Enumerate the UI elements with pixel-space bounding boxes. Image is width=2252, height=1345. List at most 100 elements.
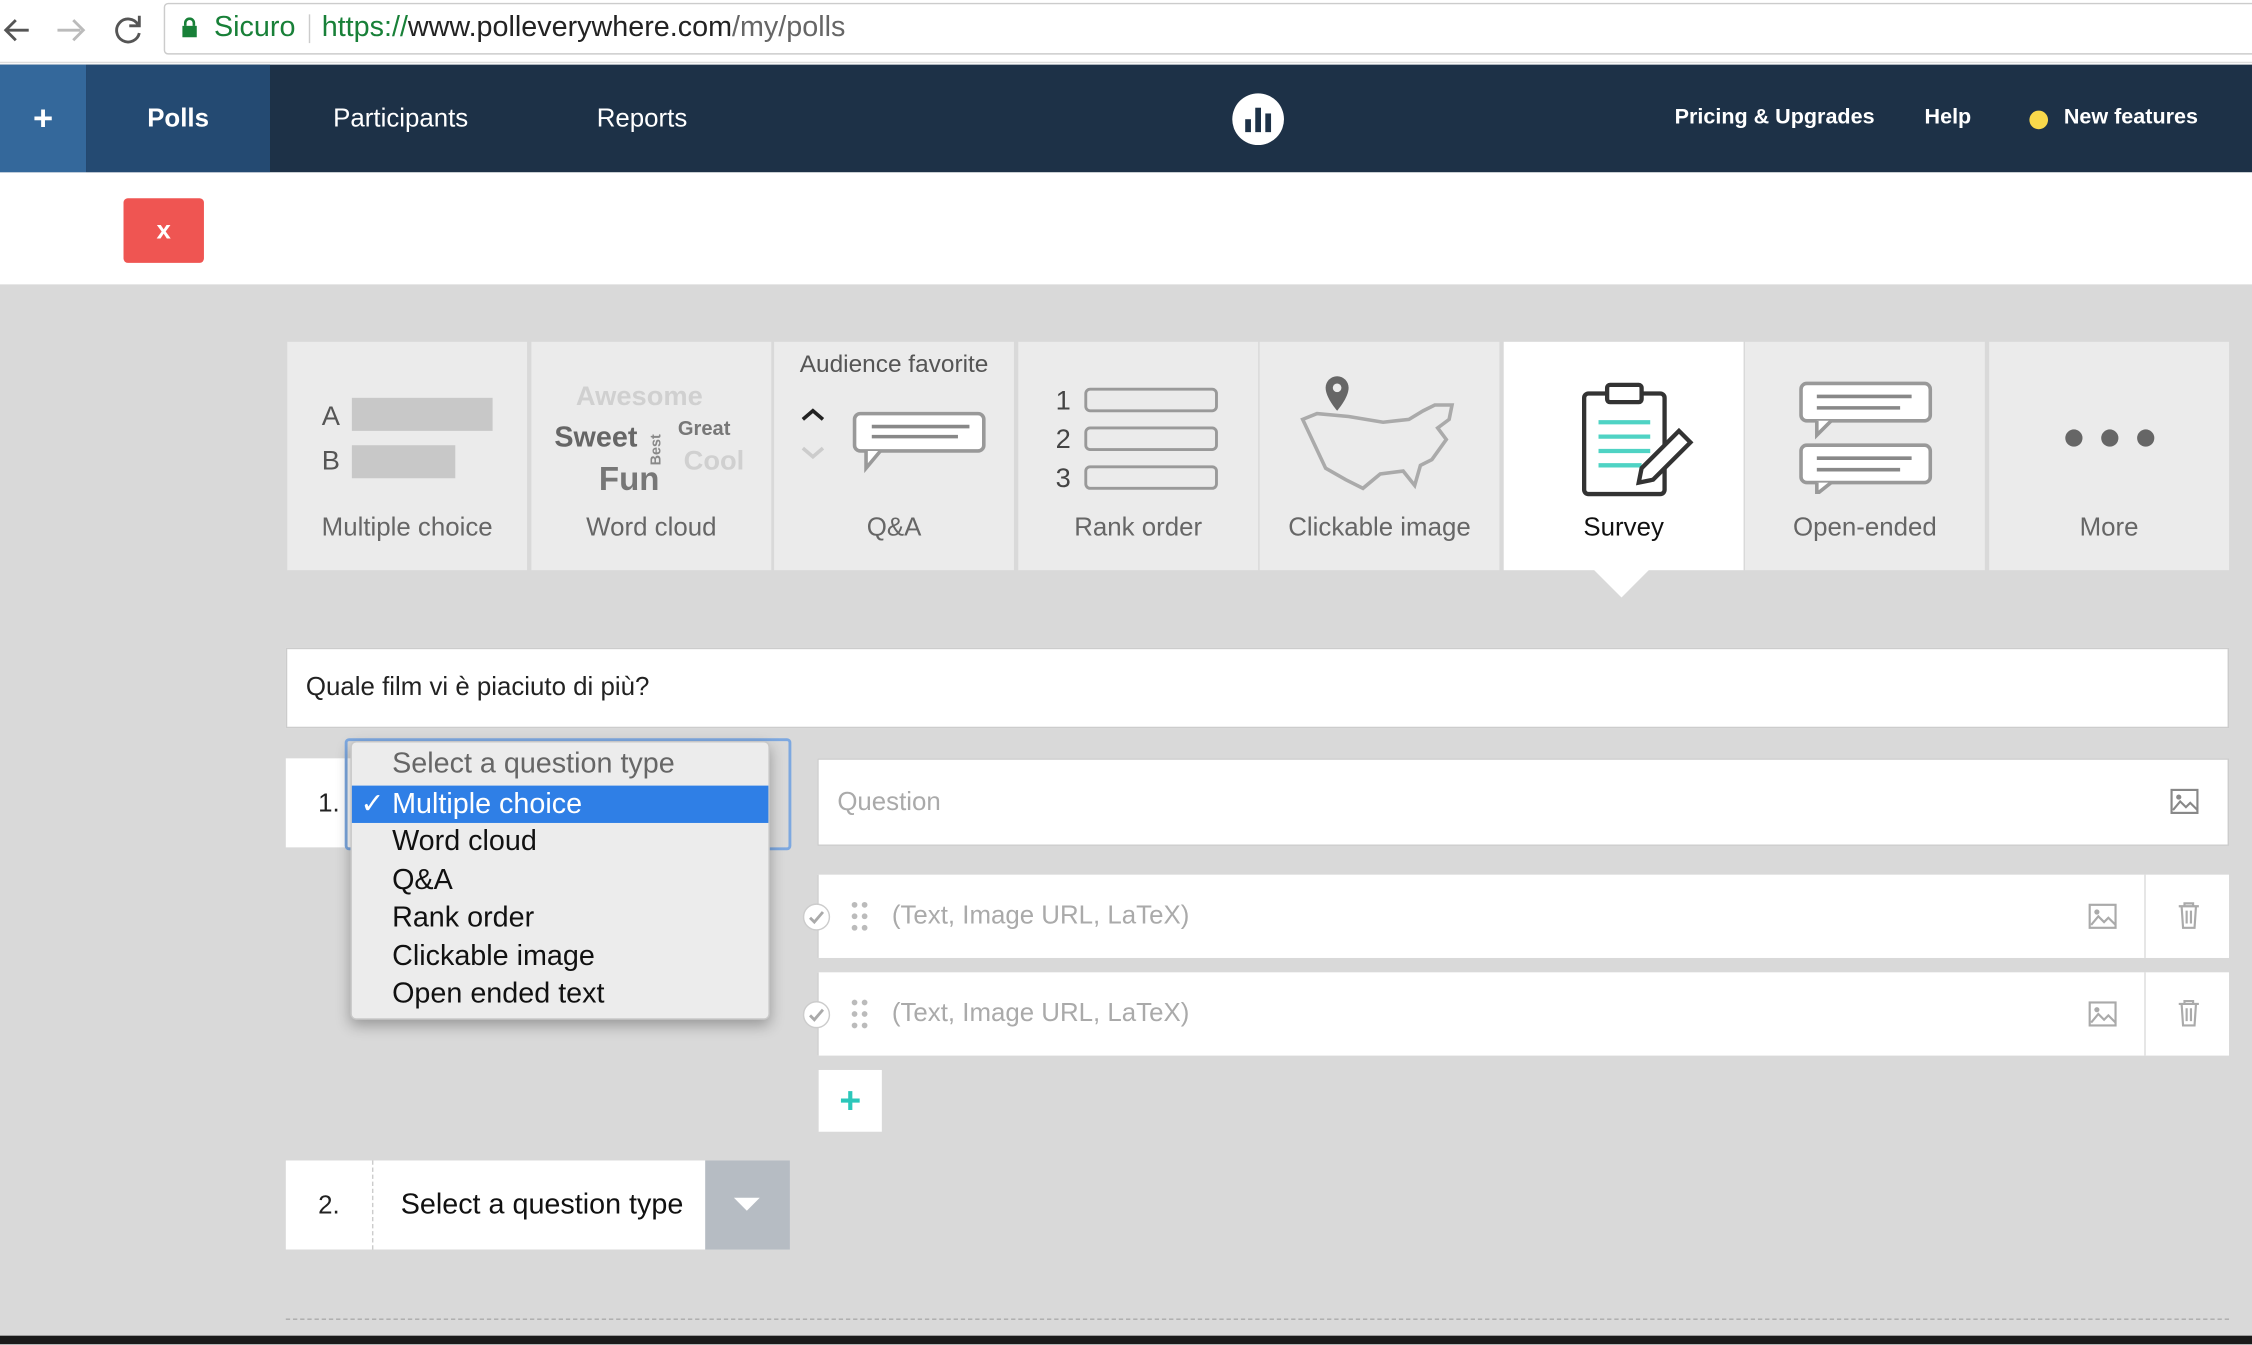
- url-scheme: https://: [321, 11, 408, 44]
- dropdown-option-label: Word cloud: [392, 825, 537, 858]
- option-divider: [2144, 874, 2146, 958]
- qa-icon: [797, 402, 992, 477]
- address-divider: [308, 14, 311, 44]
- create-poll-button[interactable]: +: [0, 64, 87, 173]
- new-features-dot-icon: [2029, 110, 2049, 130]
- correct-answer-check-icon[interactable]: [802, 903, 831, 931]
- question-1-number: 1.: [318, 787, 340, 817]
- answer-placeholder[interactable]: (Text, Image URL, LaTeX): [892, 901, 1189, 931]
- dropdown-option-clickable-image[interactable]: Clickable image: [352, 938, 769, 975]
- rank-bar: [1084, 387, 1218, 413]
- pricing-link[interactable]: Pricing & Upgrades: [1675, 105, 1875, 129]
- drag-handle-icon[interactable]: [850, 901, 870, 933]
- url-host: www.polleverywhere.com: [407, 11, 733, 44]
- checkmark-icon: ✓: [360, 788, 385, 821]
- image-upload-icon[interactable]: [2088, 903, 2117, 929]
- dropdown-option-qa[interactable]: Q&A: [352, 862, 769, 899]
- browser-toolbar: Sicuro https://www.polleverywhere.com/my…: [0, 0, 2252, 64]
- tile-label: Open-ended: [1793, 512, 1937, 542]
- dropdown-option-open-ended-text[interactable]: Open ended text: [352, 975, 769, 1012]
- tab-participants[interactable]: Participants: [304, 65, 496, 173]
- open-ended-icon: [1797, 379, 1935, 495]
- survey-icon: [1576, 376, 1697, 502]
- answer-placeholder[interactable]: (Text, Image URL, LaTeX): [892, 998, 1189, 1028]
- clickable-image-icon: [1294, 371, 1466, 503]
- polleverywhere-logo-icon[interactable]: [1232, 93, 1284, 146]
- app-navbar: + Polls Participants Reports Pricing & U…: [0, 64, 2252, 173]
- answer-option: (Text, Image URL, LaTeX): [802, 972, 2230, 1056]
- back-icon[interactable]: [0, 11, 37, 48]
- cloud-word: Sweet: [554, 422, 638, 454]
- type-tile-open-ended[interactable]: Open-ended: [1745, 341, 1985, 571]
- answer-option: (Text, Image URL, LaTeX): [802, 874, 2230, 958]
- type-tile-more[interactable]: More: [1989, 341, 2230, 571]
- dropdown-option-label: Open ended text: [392, 978, 605, 1010]
- chevron-down-icon[interactable]: [705, 1160, 790, 1250]
- cloud-word: Great: [677, 416, 731, 440]
- tile-label: Survey: [1583, 512, 1664, 542]
- type-tile-word-cloud[interactable]: Awesome Sweet Best Great Fun Cool Word c…: [531, 341, 772, 571]
- tile-label: More: [2079, 512, 2139, 542]
- type-tile-clickable-image[interactable]: Clickable image: [1259, 341, 1500, 571]
- lock-icon: [181, 17, 198, 38]
- forward-icon[interactable]: [52, 11, 89, 48]
- dropdown-option-label: Clickable image: [392, 940, 595, 973]
- section-divider: [285, 1318, 2230, 1320]
- option-letter: B: [321, 446, 340, 477]
- correct-answer-check-icon[interactable]: [802, 1001, 831, 1029]
- cloud-word: Fun: [598, 459, 660, 497]
- rank-number: 2: [1055, 425, 1071, 456]
- add-option-button[interactable]: +: [818, 1069, 882, 1132]
- cloud-word: Cool: [683, 446, 745, 477]
- dropdown-option-label: Q&A: [392, 864, 453, 897]
- reload-icon[interactable]: [109, 11, 146, 48]
- question-input[interactable]: Question: [817, 758, 2230, 846]
- tile-label: Multiple choice: [321, 512, 493, 542]
- survey-title-input[interactable]: Quale film vi è piaciuto di più?: [285, 647, 2230, 729]
- question-type-select[interactable]: Select a question type: [371, 1160, 790, 1250]
- question-placeholder: Question: [837, 787, 941, 816]
- dropdown-option-label: Rank order: [392, 901, 535, 934]
- new-features-link[interactable]: New features: [2064, 105, 2198, 129]
- type-tile-rank-order[interactable]: 1 2 3 Rank order: [1018, 341, 1259, 571]
- option-bar: [351, 445, 456, 479]
- close-button[interactable]: x: [123, 198, 204, 263]
- question-number: 2.: [285, 1160, 372, 1250]
- rank-bar: [1084, 426, 1218, 451]
- dropdown-option-rank-order[interactable]: Rank order: [352, 899, 769, 936]
- dropdown-option-label: Multiple choice: [392, 788, 583, 821]
- window-bottom-edge: [0, 1335, 2252, 1345]
- option-divider: [2144, 972, 2146, 1056]
- tab-reports[interactable]: Reports: [569, 65, 715, 173]
- qa-header: Audience favorite: [799, 350, 989, 378]
- rank-number: 3: [1055, 463, 1071, 495]
- image-upload-icon[interactable]: [2088, 1001, 2117, 1027]
- option-bar: [351, 397, 493, 431]
- image-upload-icon[interactable]: [2170, 788, 2199, 814]
- tile-label: Q&A: [866, 512, 922, 542]
- trash-icon[interactable]: [2177, 998, 2200, 1027]
- tile-label: Rank order: [1074, 512, 1203, 542]
- dropdown-option-multiple-choice[interactable]: ✓ Multiple choice: [351, 785, 769, 823]
- type-tile-multiple-choice[interactable]: A B Multiple choice: [287, 341, 528, 571]
- dropdown-option-word-cloud[interactable]: Word cloud: [352, 823, 769, 860]
- active-tile-pointer: [1592, 568, 1651, 598]
- cloud-word: Awesome: [575, 382, 703, 413]
- url-text[interactable]: https://www.polleverywhere.com/my/polls: [322, 11, 846, 44]
- rank-number: 1: [1055, 386, 1071, 417]
- tab-polls[interactable]: Polls: [86, 64, 271, 173]
- dropdown-placeholder: Select a question type: [392, 748, 675, 780]
- action-toolbar: [0, 172, 2252, 285]
- help-link[interactable]: Help: [1925, 105, 1972, 129]
- drag-handle-icon[interactable]: [850, 998, 870, 1030]
- type-tile-qa[interactable]: Audience favorite Q&A: [774, 341, 1014, 571]
- option-letter: A: [321, 402, 340, 433]
- secure-label: Sicuro: [213, 11, 296, 44]
- more-icon: [2064, 428, 2156, 448]
- tile-label: Clickable image: [1288, 512, 1471, 542]
- type-tile-survey[interactable]: Survey: [1503, 341, 1744, 571]
- question-2-number: 2.: [318, 1189, 340, 1219]
- tile-label: Word cloud: [586, 512, 717, 542]
- url-path: /my/polls: [732, 11, 846, 44]
- trash-icon[interactable]: [2177, 901, 2200, 930]
